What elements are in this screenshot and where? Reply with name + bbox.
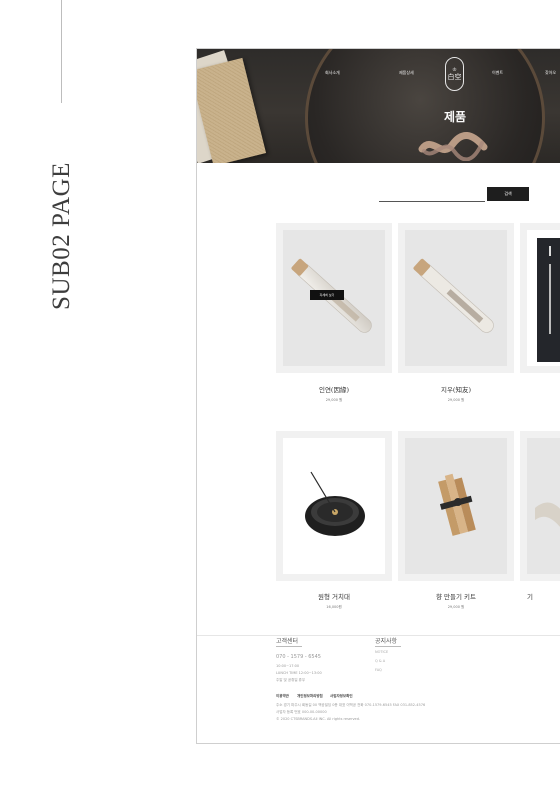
hero-banner: 회사소개 제품상세 이벤트 찾아오 ♔ 白空 제품 bbox=[197, 49, 560, 163]
product-name[interactable]: 기 bbox=[500, 591, 560, 601]
product-card[interactable]: 자세히 보기 bbox=[276, 223, 392, 373]
brand-logo[interactable]: ♔ 白空 bbox=[445, 57, 464, 91]
customer-center-title: 고객센터 bbox=[276, 638, 299, 645]
product-name[interactable]: 지우(知友) bbox=[398, 384, 514, 394]
notice-title: 공지사항 bbox=[375, 638, 398, 645]
hero-incense-twist-image bbox=[418, 132, 488, 161]
business-info-link[interactable]: 사업자정보확인 bbox=[330, 694, 353, 699]
product-price: 29,000 원 bbox=[447, 398, 465, 402]
nav-item-location[interactable]: 찾아오 bbox=[545, 70, 556, 76]
incense-holder-image bbox=[305, 471, 365, 536]
logo-text: 白空 bbox=[447, 72, 462, 81]
cs-phone: 070 - 1579 - 6545 bbox=[276, 654, 321, 660]
palo-santo-kit-image bbox=[438, 473, 476, 536]
nav-item-products[interactable]: 제품상세 bbox=[399, 70, 414, 76]
product-price: 16,000원 bbox=[326, 605, 342, 609]
product-card[interactable] bbox=[520, 431, 560, 581]
incense-tube-image bbox=[413, 258, 494, 333]
business-number: 사업자 등록 번호 000-00-00000 bbox=[276, 710, 327, 714]
decorative-line bbox=[61, 0, 62, 103]
faq-link[interactable]: FAQ bbox=[375, 668, 382, 672]
incense-box-image bbox=[537, 238, 560, 362]
product-price: 29,000 원 bbox=[325, 398, 343, 402]
product-card[interactable] bbox=[398, 431, 514, 581]
product-card[interactable] bbox=[276, 431, 392, 581]
product-price: 29,000 원 bbox=[447, 605, 465, 609]
privacy-link[interactable]: 개인정보처리방침 bbox=[297, 694, 323, 699]
search-input[interactable] bbox=[379, 201, 485, 202]
product-name[interactable]: 인연(因緣) bbox=[276, 384, 392, 394]
page-label: SUB02 PAGE bbox=[48, 162, 75, 310]
company-address: 주소 경기 파주시 회동길 00 백공빌딩 0층 대표 이백공 전화 070-1… bbox=[276, 703, 426, 707]
product-name[interactable]: 원형 거치대 bbox=[276, 591, 392, 601]
ceramic-object-image bbox=[535, 502, 560, 527]
title-underline bbox=[276, 646, 302, 647]
product-image bbox=[405, 438, 507, 574]
notice-link[interactable]: NOTICE bbox=[375, 650, 388, 654]
page-preview-frame: 회사소개 제품상세 이벤트 찾아오 ♔ 白空 제품 검색 자세히 보기 인연(因… bbox=[196, 48, 560, 744]
product-image bbox=[283, 438, 385, 574]
cs-hours: 10:00~17:00 bbox=[276, 664, 300, 668]
product-card[interactable] bbox=[398, 223, 514, 373]
page-title: 제품 bbox=[443, 110, 467, 124]
nav-item-company[interactable]: 회사소개 bbox=[325, 70, 340, 76]
product-card[interactable] bbox=[520, 223, 560, 373]
search-button[interactable]: 검색 bbox=[487, 187, 529, 201]
cs-lunch: LUNCH TIME 12:00~13:00 bbox=[276, 671, 322, 675]
copyright: © 2020 CTSBRANDS.All INC. All rights res… bbox=[276, 717, 361, 721]
title-underline bbox=[375, 646, 401, 647]
product-name[interactable]: 향 만들기 키트 bbox=[398, 591, 514, 601]
view-detail-button[interactable]: 자세히 보기 bbox=[310, 290, 344, 300]
nav-item-event[interactable]: 이벤트 bbox=[492, 70, 503, 76]
main-nav: 회사소개 제품상세 이벤트 찾아오 bbox=[197, 70, 560, 82]
product-image bbox=[527, 230, 560, 366]
cs-holiday: 주말 및 공휴일 휴무 bbox=[276, 678, 306, 682]
product-image bbox=[527, 438, 560, 574]
product-image bbox=[405, 230, 507, 366]
terms-link[interactable]: 이용약관 bbox=[276, 694, 289, 699]
qna-link[interactable]: Q & A bbox=[375, 659, 385, 663]
